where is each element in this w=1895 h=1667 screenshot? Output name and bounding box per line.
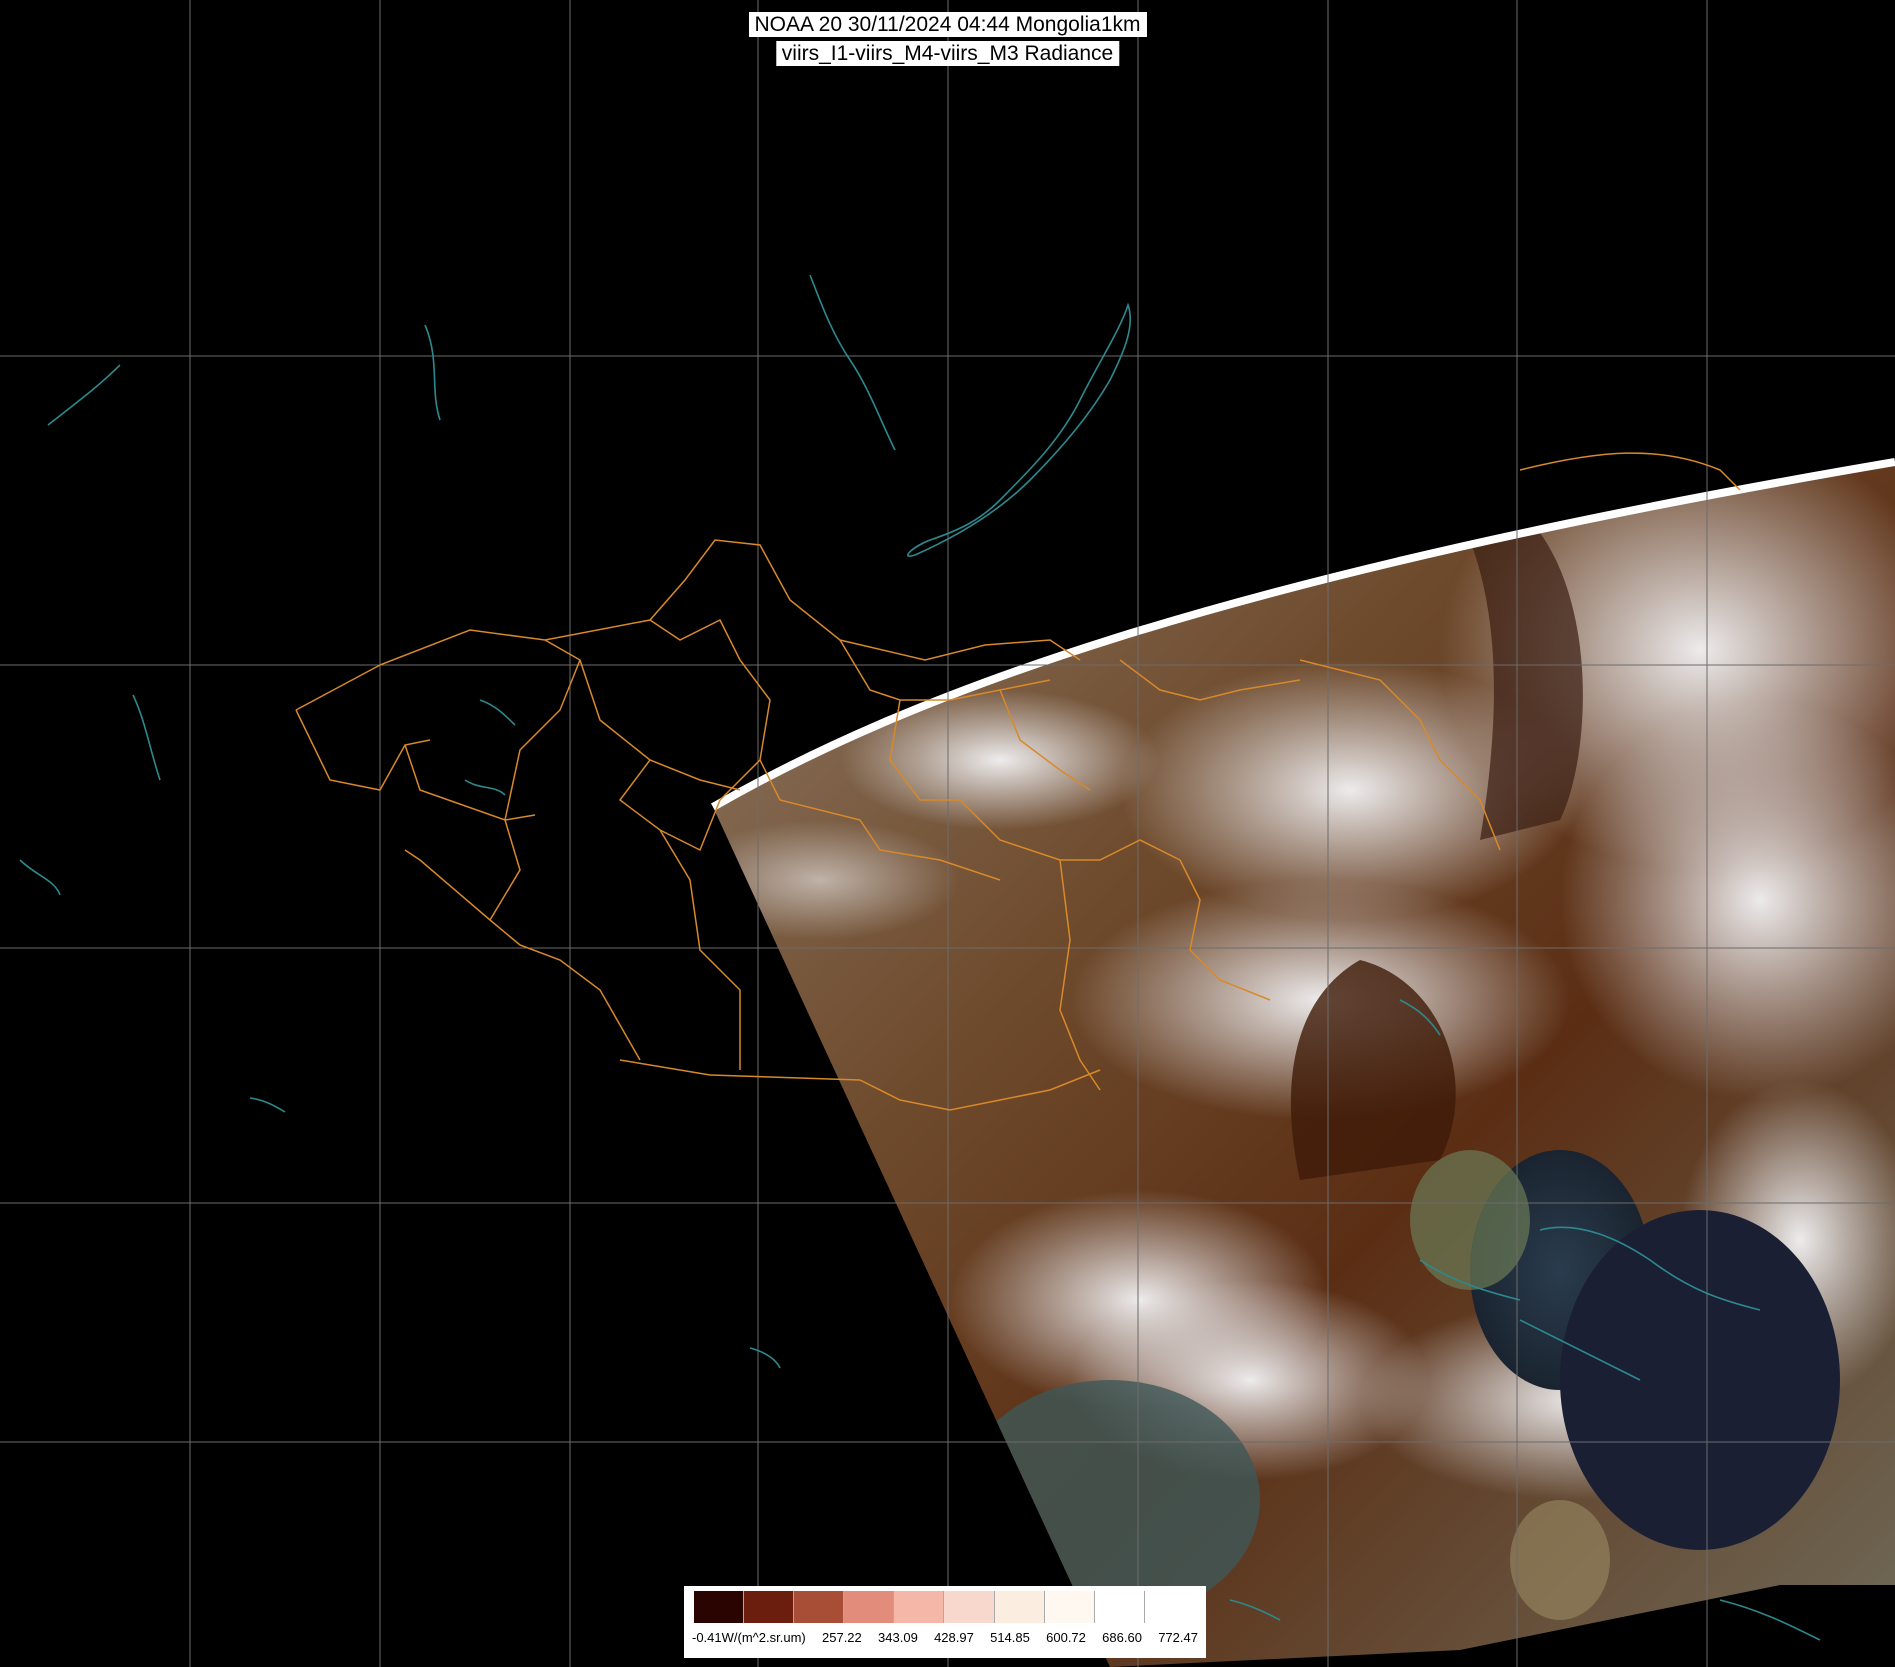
color-swatch (744, 1591, 795, 1623)
color-swatch (844, 1591, 895, 1623)
image-title-line-1: NOAA 20 30/11/2024 04:44 Mongolia1km (748, 12, 1147, 37)
satellite-map-view: NOAA 20 30/11/2024 04:44 Mongolia1km vii… (0, 0, 1895, 1667)
color-scale-legend: -0.41W/(m^2.sr.um) 257.22 343.09 428.97 … (684, 1586, 1206, 1658)
color-swatch (894, 1591, 945, 1623)
legend-tick: 772.47 (1158, 1630, 1198, 1645)
color-swatch (1044, 1591, 1095, 1623)
legend-tick: 600.72 (1046, 1630, 1086, 1645)
legend-tick: 343.09 (878, 1630, 918, 1645)
image-title-line-2: viirs_I1-viirs_M4-viirs_M3 Radiance (775, 41, 1120, 66)
color-swatch (994, 1591, 1045, 1623)
legend-ticks: -0.41W/(m^2.sr.um) 257.22 343.09 428.97 … (692, 1630, 1198, 1645)
map-canvas (0, 0, 1895, 1667)
color-swatch (1144, 1591, 1194, 1623)
legend-tick: -0.41W/(m^2.sr.um) (692, 1630, 806, 1645)
color-swatch (694, 1591, 745, 1623)
color-ramp (694, 1591, 1194, 1623)
legend-tick: 686.60 (1102, 1630, 1142, 1645)
legend-tick: 257.22 (822, 1630, 862, 1645)
color-swatch (1094, 1591, 1145, 1623)
color-swatch (794, 1591, 845, 1623)
lake-baikal (907, 302, 1132, 557)
color-swatch (944, 1591, 995, 1623)
legend-tick: 428.97 (934, 1630, 974, 1645)
legend-tick: 514.85 (990, 1630, 1030, 1645)
satellite-swath-image (711, 458, 1895, 1667)
